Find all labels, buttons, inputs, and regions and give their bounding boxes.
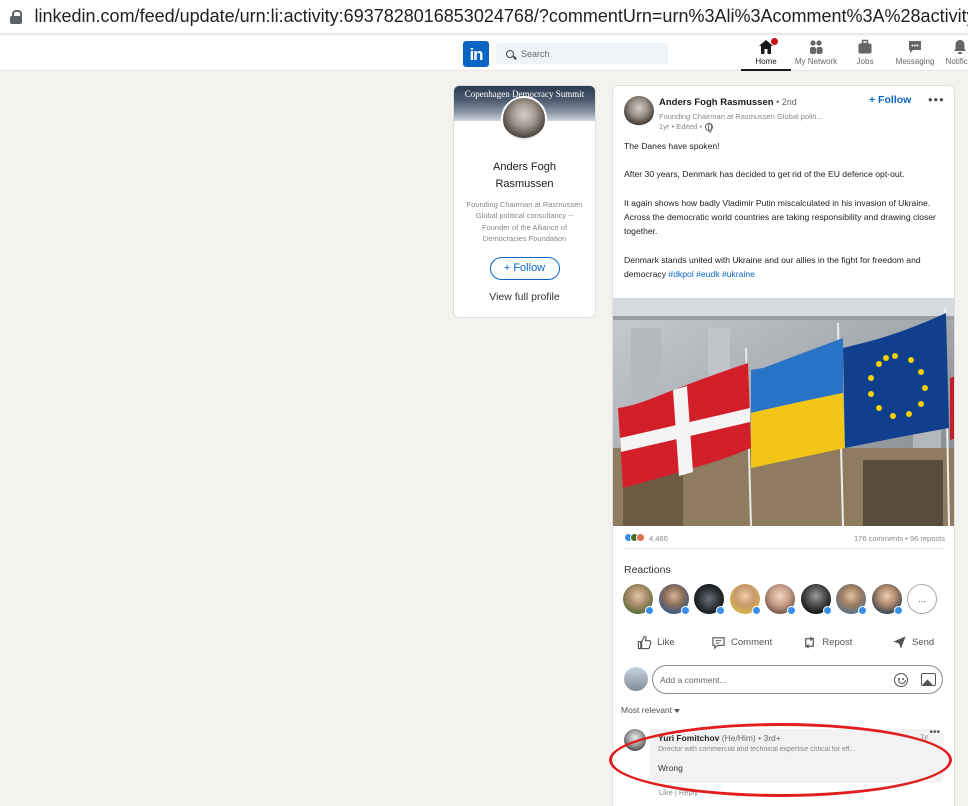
author-avatar[interactable] bbox=[624, 96, 654, 126]
send-icon bbox=[893, 635, 906, 649]
author-headline: Founding Chairman at Rasmussen Global po… bbox=[659, 112, 823, 121]
search-input[interactable] bbox=[521, 48, 661, 59]
nav-jobs[interactable]: Jobs bbox=[846, 39, 884, 71]
top-nav: in Home My Network Jobs Messaging Notifi… bbox=[0, 36, 968, 71]
post-timestamp: 1yr • Edited • bbox=[659, 122, 714, 133]
commenter-degree: • 3rd+ bbox=[755, 733, 781, 743]
nav-home[interactable]: Home bbox=[741, 37, 791, 71]
lock-icon bbox=[9, 9, 23, 24]
commenter-pronouns: (He/Him) bbox=[719, 733, 756, 743]
repost-button[interactable]: Repost bbox=[785, 631, 871, 653]
messaging-icon bbox=[907, 39, 923, 55]
social-counts: 4,460 176 comments • 96 reposts bbox=[613, 531, 954, 545]
nav-my-network[interactable]: My Network bbox=[791, 39, 841, 71]
comment-input[interactable] bbox=[660, 674, 880, 685]
reactions-heading: Reactions bbox=[624, 564, 671, 576]
post-card: Anders Fogh Rasmussen • 2nd Founding Cha… bbox=[612, 85, 955, 806]
comment-time: 1y bbox=[920, 732, 928, 741]
profile-follow-button[interactable]: + Follow bbox=[489, 257, 560, 281]
reactor-avatar[interactable] bbox=[836, 584, 867, 615]
current-user-avatar bbox=[624, 667, 648, 691]
post-follow-button[interactable]: + Follow bbox=[869, 94, 911, 106]
post-body: The Danes have spoken! After 30 years, D… bbox=[624, 141, 936, 279]
comment-box[interactable] bbox=[652, 665, 943, 694]
commenter-headline: Director with commercial and technical e… bbox=[658, 746, 856, 753]
reactor-avatar[interactable] bbox=[800, 584, 832, 615]
love-reaction-icon bbox=[636, 533, 645, 542]
commenter-avatar[interactable] bbox=[624, 729, 646, 751]
nav-messaging[interactable]: Messaging bbox=[893, 39, 937, 71]
reactor-avatar[interactable] bbox=[729, 584, 761, 615]
comment-icon bbox=[712, 636, 725, 649]
flags-photo bbox=[613, 298, 954, 526]
commenter-name[interactable]: Yuri Fomitchov (He/Him) • 3rd+ bbox=[658, 733, 936, 743]
connection-degree: • 2nd bbox=[773, 97, 797, 107]
like-badge-icon bbox=[822, 606, 832, 615]
url-text[interactable]: linkedin.com/feed/update/urn:li:activity… bbox=[35, 6, 968, 27]
reaction-icons[interactable] bbox=[624, 533, 645, 542]
hashtag-eudk[interactable]: #eudk bbox=[696, 269, 719, 279]
home-icon bbox=[758, 37, 779, 55]
repost-icon bbox=[805, 635, 815, 649]
briefcase-icon bbox=[857, 39, 873, 55]
nav-notifications[interactable]: Notificat bbox=[940, 39, 968, 71]
like-badge-icon bbox=[716, 606, 725, 615]
like-badge-icon bbox=[751, 606, 761, 615]
linkedin-logo[interactable]: in bbox=[463, 41, 489, 67]
comments-reposts-count[interactable]: 176 comments • 96 reposts bbox=[854, 534, 945, 543]
search-icon bbox=[506, 49, 514, 58]
profile-card: Copenhagen Democracy Summit Anders Fogh … bbox=[453, 85, 596, 318]
like-badge-icon bbox=[858, 606, 867, 615]
sort-dropdown[interactable]: Most relevant bbox=[621, 705, 681, 715]
reactor-avatar[interactable] bbox=[623, 584, 654, 615]
image-icon[interactable] bbox=[921, 673, 936, 686]
comment-actions[interactable]: Like | Reply bbox=[659, 788, 698, 797]
reactor-avatar[interactable] bbox=[765, 584, 796, 615]
notification-badge bbox=[770, 37, 779, 46]
reactions-count[interactable]: 4,460 bbox=[649, 534, 668, 543]
comment-button[interactable]: Comment bbox=[699, 631, 785, 653]
comment-more-icon[interactable]: ••• bbox=[929, 727, 940, 738]
divider bbox=[624, 548, 944, 549]
reactor-avatar[interactable] bbox=[694, 584, 725, 615]
add-comment-row bbox=[624, 665, 944, 695]
reactor-avatar[interactable] bbox=[871, 584, 903, 615]
profile-avatar[interactable] bbox=[501, 96, 547, 142]
globe-icon bbox=[705, 122, 714, 133]
emoji-icon[interactable] bbox=[894, 673, 908, 687]
browser-url-bar[interactable]: linkedin.com/feed/update/urn:li:activity… bbox=[0, 0, 968, 34]
like-badge-icon bbox=[787, 606, 796, 615]
post-actions: Like Comment Repost Send bbox=[613, 631, 954, 653]
like-button[interactable]: Like bbox=[613, 631, 699, 653]
post-more-icon[interactable]: ••• bbox=[928, 92, 945, 107]
hashtag-ukraine[interactable]: #ukraine bbox=[722, 269, 755, 279]
profile-name[interactable]: Anders Fogh Rasmussen bbox=[454, 159, 595, 193]
network-icon bbox=[808, 39, 824, 55]
comment-bubble: Yuri Fomitchov (He/Him) • 3rd+ Director … bbox=[650, 727, 944, 783]
caret-down-icon bbox=[674, 708, 681, 713]
hashtag-dkpol[interactable]: #dkpol bbox=[668, 269, 693, 279]
send-button[interactable]: Send bbox=[870, 631, 954, 653]
like-badge-icon bbox=[893, 606, 903, 615]
thumbs-up-icon bbox=[638, 635, 652, 649]
author-name[interactable]: Anders Fogh Rasmussen • 2nd bbox=[659, 97, 797, 108]
search-bar[interactable] bbox=[496, 43, 668, 64]
comment-text: Wrong bbox=[658, 763, 683, 773]
view-full-profile-link[interactable]: View full profile bbox=[454, 291, 595, 303]
bell-icon bbox=[952, 39, 968, 55]
profile-headline: Founding Chairman at Rasmussen Global po… bbox=[466, 200, 583, 243]
more-reactors-button[interactable]: ... bbox=[907, 584, 937, 614]
reactors-list: ... bbox=[623, 584, 937, 615]
like-badge-icon bbox=[680, 606, 690, 615]
like-badge-icon bbox=[645, 606, 654, 615]
reactor-avatar[interactable] bbox=[658, 584, 690, 615]
post-image[interactable] bbox=[613, 298, 954, 526]
